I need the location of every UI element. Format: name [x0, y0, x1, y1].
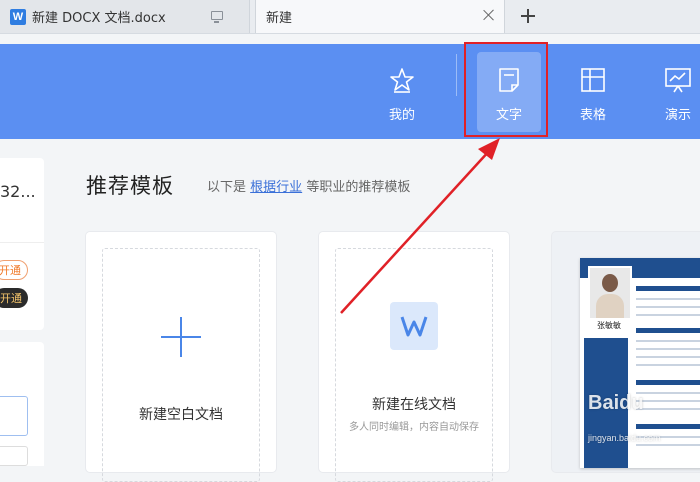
resume-line	[636, 356, 700, 358]
nav-mine[interactable]: 我的	[370, 52, 434, 132]
nav-presentation[interactable]: 演示	[646, 52, 700, 132]
highlight-box	[464, 42, 548, 137]
nav-label: 我的	[388, 108, 415, 123]
section-title: 推荐模板	[86, 174, 174, 198]
resume-line	[636, 314, 700, 316]
monitor-icon[interactable]	[211, 11, 223, 23]
tab-new[interactable]: 新建	[255, 0, 505, 33]
new-blank-document-card[interactable]: 新建空白文档	[86, 232, 276, 482]
resume-line	[636, 364, 700, 366]
new-tab-plus-icon[interactable]	[519, 7, 537, 25]
online-doc-icon	[390, 302, 438, 350]
photo-body	[596, 294, 624, 318]
close-icon[interactable]	[482, 8, 496, 22]
side-input[interactable]	[0, 446, 28, 466]
table-icon	[581, 68, 605, 92]
plus-icon	[161, 317, 201, 357]
resume-photo	[588, 266, 632, 320]
side-input[interactable]	[0, 396, 28, 436]
resume-heading	[636, 328, 700, 333]
card-label: 新建在线文档	[372, 397, 456, 413]
side-panel	[0, 342, 44, 466]
nav-label: 演示	[664, 108, 691, 123]
resume-line	[636, 340, 700, 342]
watermark-text: Baidu	[588, 392, 644, 414]
star-icon	[390, 68, 414, 93]
divider	[0, 242, 44, 243]
activate-button[interactable]: 开通	[0, 260, 28, 280]
baidu-watermark: Baidu jingyan.baidu.com	[588, 392, 661, 443]
resume-heading	[636, 380, 700, 385]
hint-suffix: 等职业的推荐模板	[306, 180, 411, 195]
photo-head	[602, 274, 618, 292]
nav-label: 表格	[579, 108, 606, 123]
nav-divider	[456, 54, 457, 96]
category-header: 我的 文字 表格 演示	[0, 44, 700, 139]
account-card: 32... 开通 开通	[0, 158, 44, 330]
account-number: 32...	[0, 182, 36, 201]
tab-docx-file[interactable]: W 新建 DOCX 文档.docx	[0, 0, 250, 33]
industry-link[interactable]: 根据行业	[250, 180, 302, 195]
tab-label: 新建 DOCX 文档.docx	[32, 11, 166, 26]
recommend-hint: 以下是 根据行业 等职业的推荐模板	[207, 176, 410, 195]
resume-name: 张敏敏	[586, 320, 632, 332]
new-online-document-card[interactable]: 新建在线文档 多人同时编辑，内容自动保存	[319, 232, 509, 482]
card-label: 新建空白文档	[139, 407, 223, 423]
resume-line	[636, 348, 700, 350]
wps-writer-icon: W	[10, 8, 26, 25]
dashed-border	[102, 248, 260, 482]
hint-prefix: 以下是	[207, 180, 247, 195]
w-logo-icon	[400, 316, 428, 337]
nav-table[interactable]: 表格	[561, 52, 625, 132]
card-subtitle: 多人同时编辑，内容自动保存	[349, 422, 479, 433]
presentation-icon	[665, 68, 691, 93]
activate-vip-button[interactable]: 开通	[0, 288, 28, 308]
tab-label: 新建	[266, 11, 293, 26]
dashed-border	[335, 248, 493, 482]
resume-line	[636, 444, 700, 446]
resume-heading	[636, 286, 700, 291]
watermark-url: jingyan.baidu.com	[588, 433, 661, 443]
resume-line	[636, 306, 700, 308]
tab-strip: W 新建 DOCX 文档.docx 新建	[0, 0, 700, 34]
resume-line	[636, 298, 700, 300]
